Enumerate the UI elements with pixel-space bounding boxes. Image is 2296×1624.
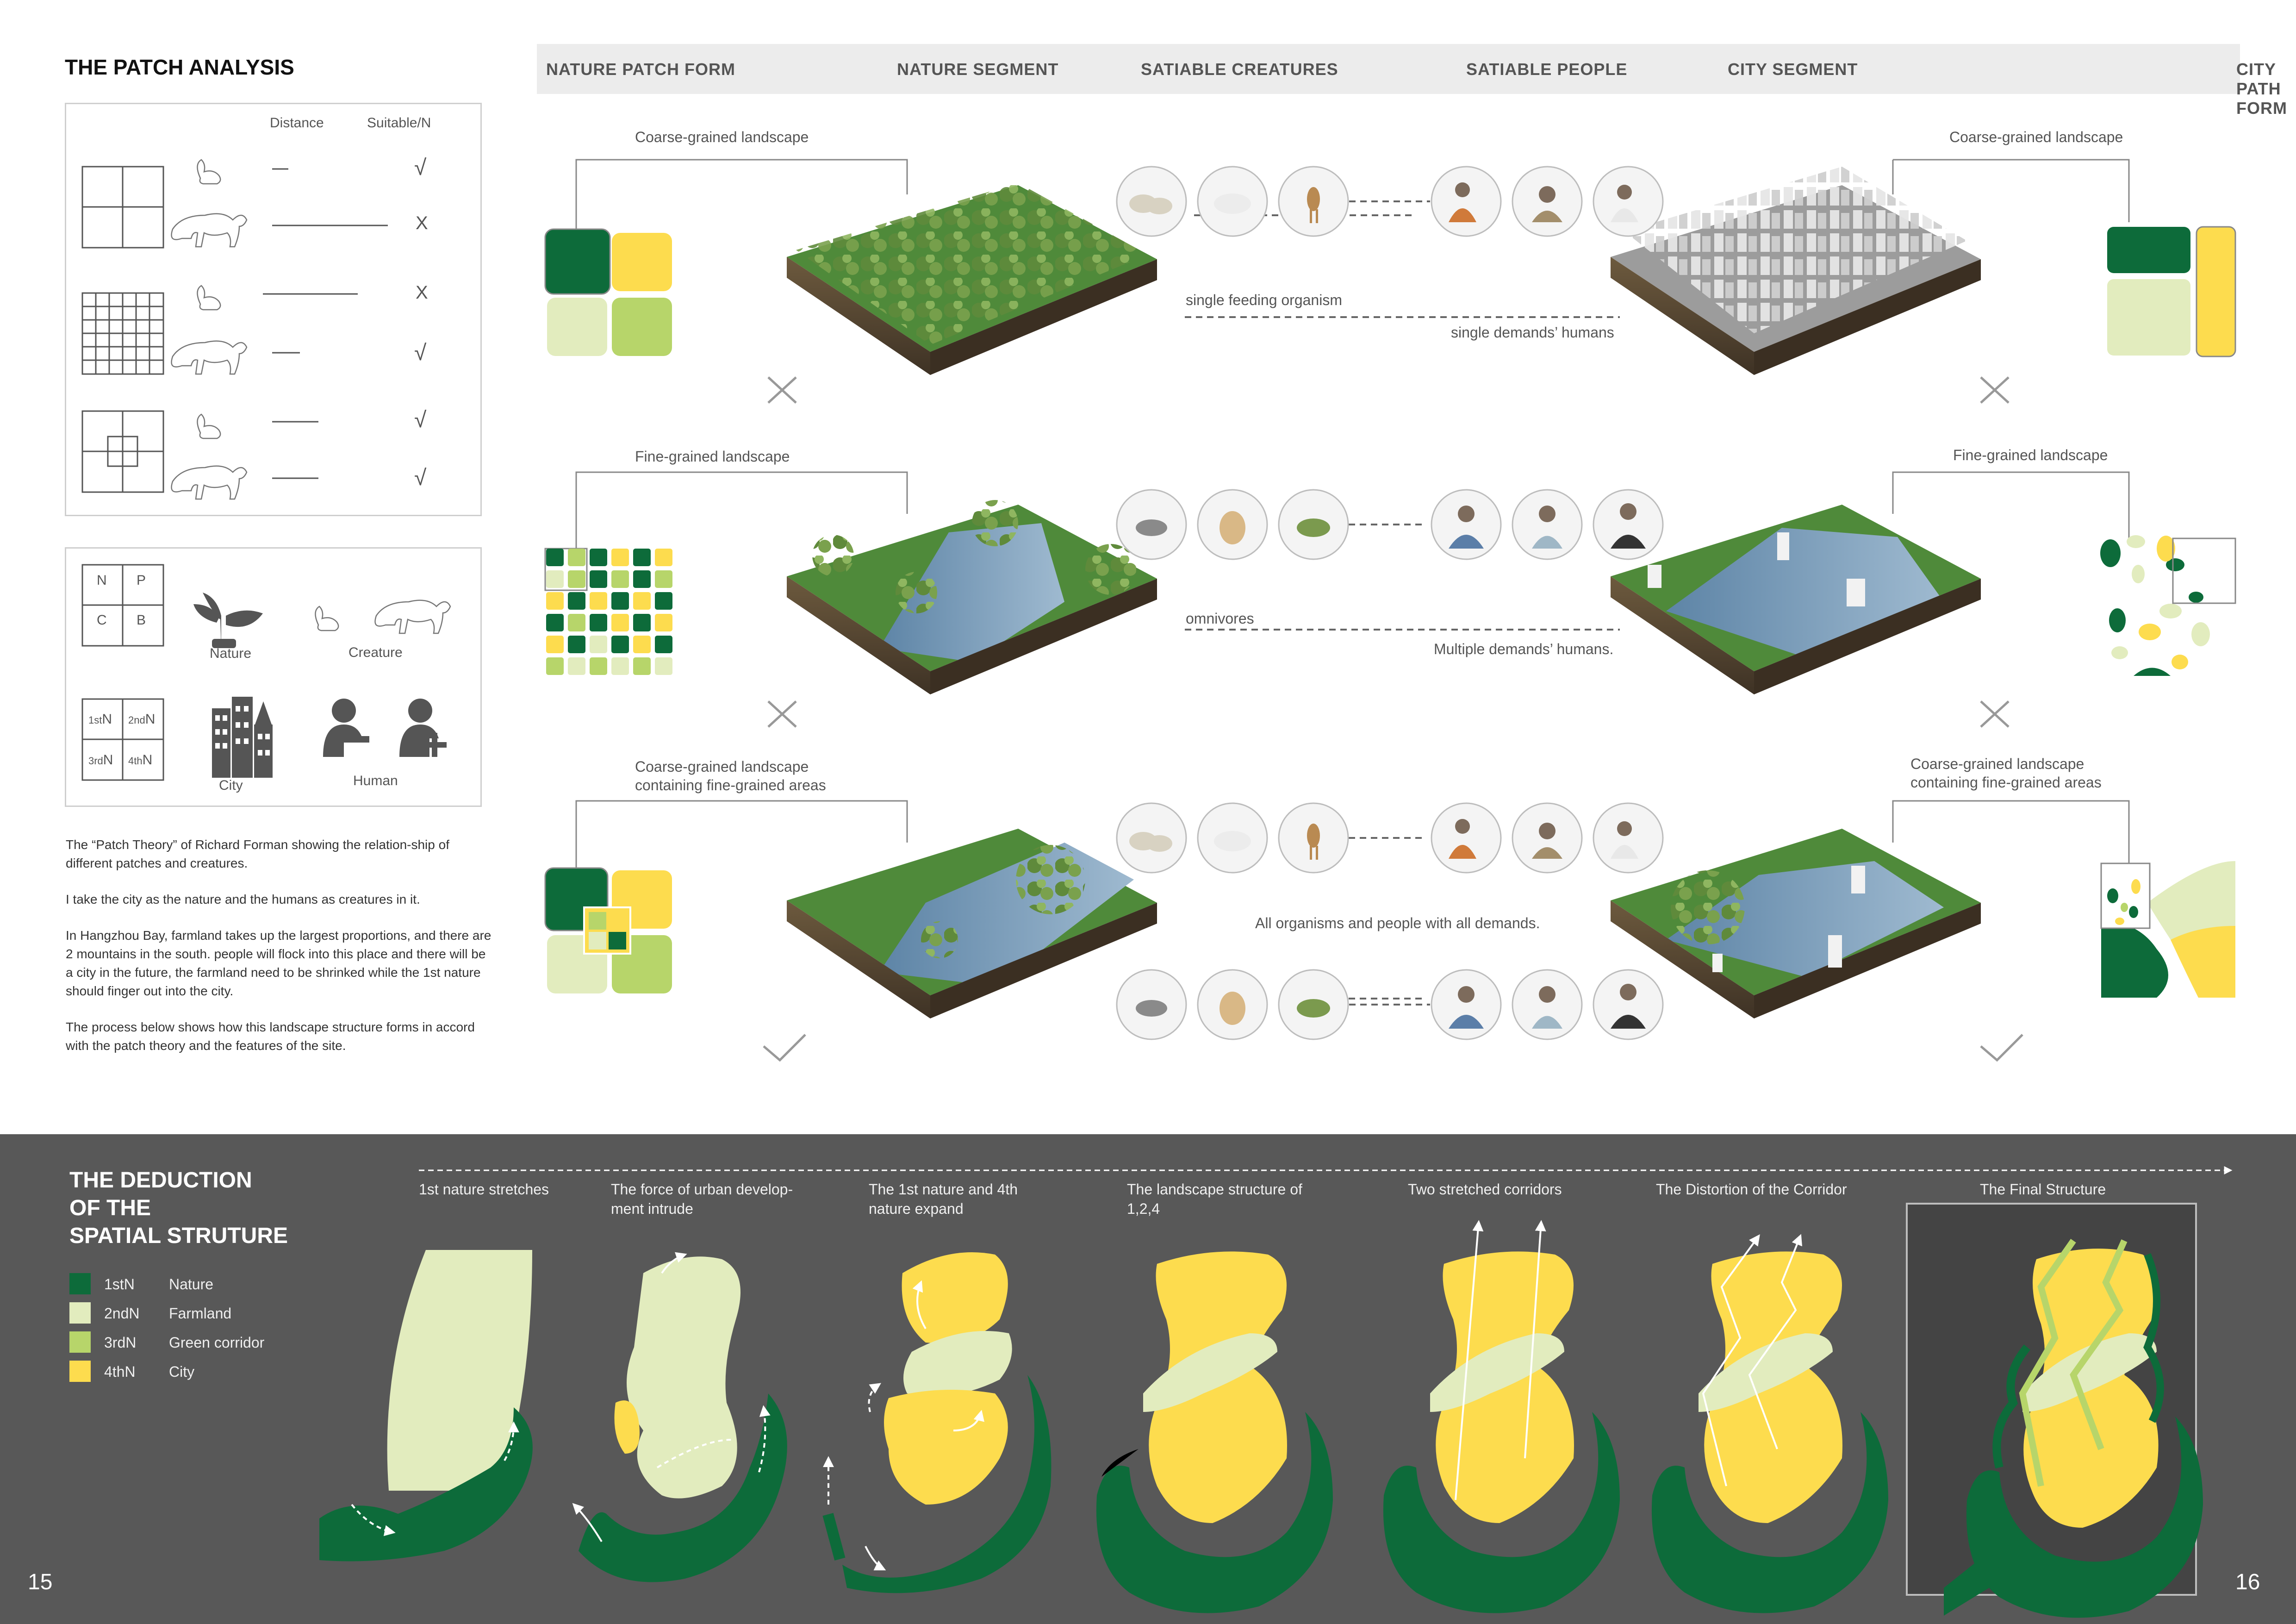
row3-left-label: Coarse-grained landscape containing fine… — [635, 758, 826, 793]
step3-shape — [822, 1252, 1052, 1593]
fine-patch-cell — [655, 570, 672, 588]
step7-shape — [1906, 1203, 2203, 1618]
row2-right-label: Fine-grained landscape — [1953, 447, 2108, 463]
deduction-diagrams — [319, 1166, 2233, 1618]
fine-patch-cell — [611, 614, 629, 631]
patch-rows-diagram — [544, 159, 2236, 1062]
step2-shape — [572, 1252, 787, 1582]
fine-grained-patch-grid — [546, 549, 676, 678]
fine-patch-cell — [633, 570, 651, 588]
fine-patch-cell — [568, 592, 585, 610]
fine-patch-cell — [633, 657, 651, 675]
row2-mid-bottom: Multiple demands’ humans. — [1434, 641, 1614, 657]
fine-patch-cell — [546, 614, 564, 631]
row2-mid-top: omnivores — [1186, 610, 1254, 627]
fine-patch-cell — [568, 614, 585, 631]
fine-patch-cell — [590, 549, 607, 566]
row1-mid-top: single feeding organism — [1186, 292, 1342, 308]
fine-patch-cell — [546, 657, 564, 675]
row1 — [544, 159, 2236, 404]
fine-patch-cell — [546, 636, 564, 653]
step4-shape — [1096, 1251, 1333, 1613]
fine-patch-cell — [655, 614, 672, 631]
row1-mid-bottom: single demands’ humans — [1451, 324, 1614, 341]
fine-patch-cell — [611, 636, 629, 653]
fine-patch-cell — [611, 592, 629, 610]
fine-patch-cell — [568, 636, 585, 653]
step6-shape — [1651, 1234, 1888, 1613]
fine-patch-cell — [590, 614, 607, 631]
fine-patch-cell — [590, 592, 607, 610]
fine-patch-cell — [590, 570, 607, 588]
row2-left-label: Fine-grained landscape — [635, 448, 790, 465]
fine-patch-cell — [590, 657, 607, 675]
row1-left-label: Coarse-grained landscape — [635, 129, 809, 145]
fine-patch-cell — [590, 636, 607, 653]
row1-right-label: Coarse-grained landscape — [1949, 129, 2123, 145]
fine-patch-cell — [633, 636, 651, 653]
step1-shape — [319, 1250, 533, 1562]
fine-patch-cell — [568, 570, 585, 588]
fine-patch-cell — [633, 549, 651, 566]
fine-patch-cell — [546, 549, 564, 566]
fine-patch-cell — [568, 549, 585, 566]
deduction-panel: THE DEDUCTION OF THE SPATIAL STRUTURE 1s… — [0, 1134, 2296, 1624]
fine-patch-cell — [568, 657, 585, 675]
row3-mid-top: All organisms and people with all demand… — [1255, 915, 1540, 931]
page-number-left: 15 — [28, 1570, 53, 1594]
row2 — [544, 471, 2236, 728]
fine-patch-cell — [655, 549, 672, 566]
fine-patch-cell — [655, 657, 672, 675]
fine-patch-cell — [655, 592, 672, 610]
fine-patch-cell — [633, 592, 651, 610]
fine-patch-cell — [633, 614, 651, 631]
step5-shape — [1383, 1220, 1620, 1613]
fine-patch-cell — [611, 549, 629, 566]
fine-patch-cell — [611, 657, 629, 675]
page-number-right: 16 — [2235, 1570, 2260, 1594]
fine-patch-cell — [546, 592, 564, 610]
fine-patch-cell — [611, 570, 629, 588]
fine-patch-cell — [546, 570, 564, 588]
fine-patch-cell — [655, 636, 672, 653]
row3-right-label: Coarse-grained landscape containing fine… — [1910, 756, 2102, 791]
